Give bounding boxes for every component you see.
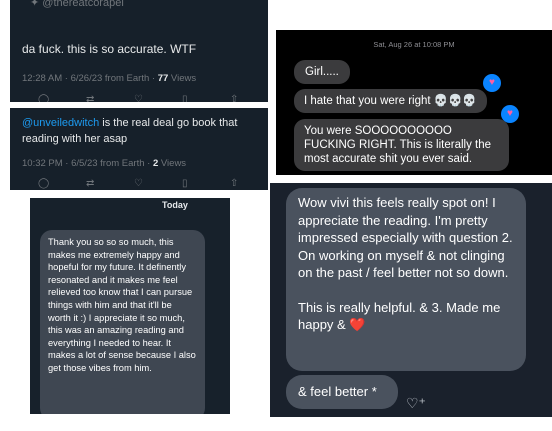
- tweet-actions: ◯ ⇄ ♡ ▯ ⇧: [10, 178, 268, 190]
- timestamp: Sat, Aug 26 at 10:08 PM: [373, 40, 455, 49]
- retweet-icon[interactable]: ⇄: [86, 178, 94, 190]
- message-bubble: You were SOOOOOOOOOO FUCKING RIGHT. This…: [294, 119, 509, 171]
- message-bubble: I hate that you were right 💀💀💀: [294, 89, 487, 113]
- share-icon[interactable]: ⇧: [230, 94, 238, 102]
- tweet-text: @unveiledwitch is the real deal go book …: [22, 117, 238, 145]
- heart-reaction-icon: ♥: [483, 74, 501, 92]
- chat-panel-2: Wow vivi this feels really spot on! I ap…: [270, 183, 552, 417]
- tweet-handle: ✦ @thereatcorapel: [30, 0, 124, 9]
- heart-reaction-icon: ♥: [501, 105, 519, 123]
- date-divider: Today: [162, 200, 188, 210]
- retweet-icon[interactable]: ⇄: [86, 94, 94, 102]
- imessage-thread: Sat, Aug 26 at 10:08 PM Girl..... I hate…: [276, 30, 552, 175]
- tweet-meta: 10:32 PM · 6/5/23 from Earth · 2 Views: [22, 158, 187, 169]
- chat-panel-1: Today Thank you so so so much, this make…: [30, 198, 230, 414]
- share-icon[interactable]: ⇧: [230, 178, 238, 190]
- tweet-card-1: ✦ @thereatcorapel da fuck. this is so ac…: [10, 0, 268, 102]
- bookmark-icon[interactable]: ▯: [182, 178, 188, 190]
- mention-link[interactable]: @unveiledwitch: [22, 117, 99, 129]
- tweet-card-2: @unveiledwitch is the real deal go book …: [10, 108, 268, 190]
- like-icon[interactable]: ♡: [134, 178, 143, 190]
- tweet-text: da fuck. this is so accurate. WTF: [22, 42, 197, 56]
- reply-icon[interactable]: ◯: [38, 178, 49, 190]
- message-bubble: & feel better *: [286, 375, 398, 409]
- message-bubble: Wow vivi this feels really spot on! I ap…: [286, 188, 526, 371]
- tweet-meta: 12:28 AM · 6/26/23 from Earth · 77 Views: [22, 73, 197, 84]
- like-icon[interactable]: ♡: [134, 94, 143, 102]
- message-bubble: Thank you so so so much, this makes me e…: [40, 230, 205, 414]
- message-paragraph: Wow vivi this feels really spot on! I ap…: [298, 195, 513, 280]
- tweet-actions: ◯ ⇄ ♡ ▯ ⇧: [10, 94, 268, 102]
- message-bubble: Girl.....: [294, 60, 350, 84]
- reply-icon[interactable]: ◯: [38, 94, 49, 102]
- add-reaction-icon[interactable]: ♡⁺: [406, 395, 426, 412]
- message-paragraph: This is really helpful. & 3. Made me hap…: [298, 299, 501, 333]
- bookmark-icon[interactable]: ▯: [182, 94, 188, 102]
- verified-icon: ✦: [30, 0, 43, 9]
